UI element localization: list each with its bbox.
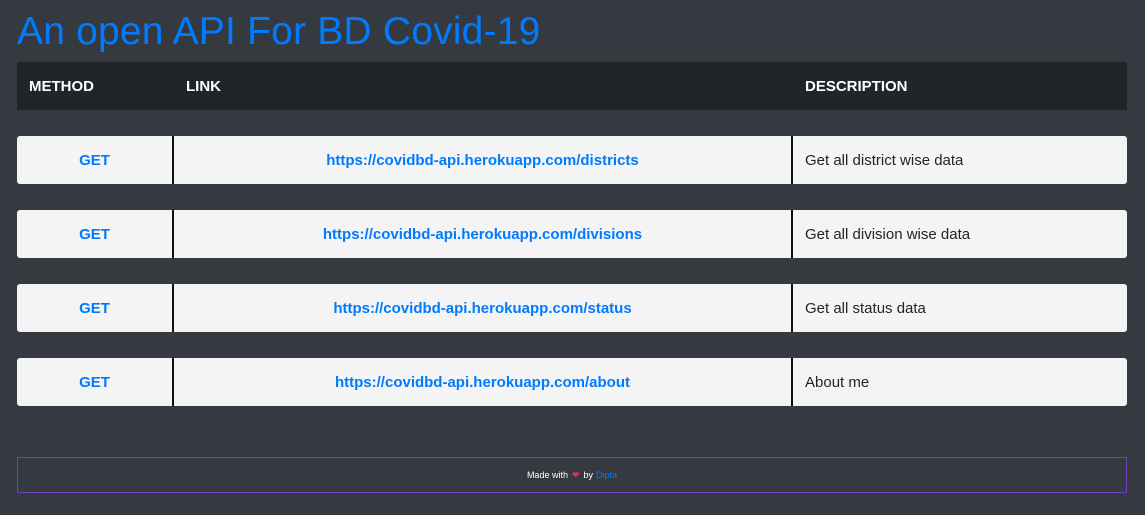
endpoint-link[interactable]: https://covidbd-api.herokuapp.com/status: [333, 300, 631, 317]
footer: Made with ❤ by Dipta: [17, 457, 1127, 493]
description-cell: Get all division wise data: [793, 210, 1127, 258]
method-cell: GET: [17, 358, 174, 406]
table-row: GET https://covidbd-api.herokuapp.com/ab…: [17, 358, 1127, 406]
table-header: METHOD LINK DESCRIPTION: [17, 62, 1127, 110]
description-cell: Get all status data: [793, 284, 1127, 332]
method-cell: GET: [17, 284, 174, 332]
endpoint-link[interactable]: https://covidbd-api.herokuapp.com/distri…: [326, 152, 639, 169]
link-cell: https://covidbd-api.herokuapp.com/status: [174, 284, 793, 332]
table-row: GET https://covidbd-api.herokuapp.com/di…: [17, 210, 1127, 258]
endpoint-link[interactable]: https://covidbd-api.herokuapp.com/divisi…: [323, 226, 642, 243]
api-table: METHOD LINK DESCRIPTION GET https://covi…: [17, 36, 1127, 432]
endpoint-link[interactable]: https://covidbd-api.herokuapp.com/about: [335, 374, 630, 391]
column-header-description: DESCRIPTION: [793, 62, 1127, 110]
table-header-row: METHOD LINK DESCRIPTION: [17, 62, 1127, 110]
footer-by-text: by: [583, 470, 594, 480]
author-link[interactable]: Dipta: [596, 470, 617, 480]
footer-made-with-text: Made with: [526, 470, 568, 480]
link-cell: https://covidbd-api.herokuapp.com/distri…: [174, 136, 793, 184]
table-body: GET https://covidbd-api.herokuapp.com/di…: [17, 136, 1127, 406]
table-row: GET https://covidbd-api.herokuapp.com/di…: [17, 136, 1127, 184]
heart-icon: ❤: [571, 469, 580, 480]
link-cell: https://covidbd-api.herokuapp.com/about: [174, 358, 793, 406]
description-cell: Get all district wise data: [793, 136, 1127, 184]
table-row: GET https://covidbd-api.herokuapp.com/st…: [17, 284, 1127, 332]
column-header-method: METHOD: [17, 62, 174, 110]
column-header-link: LINK: [174, 62, 793, 110]
description-cell: About me: [793, 358, 1127, 406]
link-cell: https://covidbd-api.herokuapp.com/divisi…: [174, 210, 793, 258]
method-cell: GET: [17, 210, 174, 258]
method-cell: GET: [17, 136, 174, 184]
